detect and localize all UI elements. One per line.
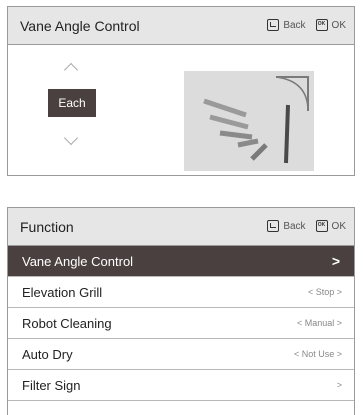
function-panel-header: Function Back OK OK [8,208,354,246]
vane-header-actions: Back OK OK [267,19,346,31]
vane-panel-title: Vane Angle Control [20,18,140,34]
function-item-label: Auto Dry [22,347,73,362]
ok-icon[interactable]: OK [315,220,328,232]
function-panel-title: Function [20,219,74,235]
function-item-value[interactable]: > [337,380,342,390]
vane-angle-panel: Vane Angle Control Back OK OK Each [7,6,355,176]
function-item-label: Elevation Grill [22,285,103,300]
function-item-auto-dry[interactable]: Auto Dry < Not Use > [8,339,354,370]
function-panel: Function Back OK OK Vane Angle Control >… [7,207,355,415]
vane-panel-header: Vane Angle Control Back OK OK [8,7,354,45]
function-item-elevation-grill[interactable]: Elevation Grill < Stop > [8,277,354,308]
back-button[interactable]: Back [283,221,305,232]
back-icon[interactable] [267,19,280,31]
vane-panel-body: Each [8,45,354,175]
function-item-filter-sign[interactable]: Filter Sign > [8,370,354,401]
function-item-value[interactable]: < Manual > [297,318,342,328]
back-button[interactable]: Back [283,20,305,31]
function-item-value[interactable]: < Not Use > [294,349,342,359]
chevron-right-icon: > [331,253,340,269]
ok-button[interactable]: OK [332,20,346,31]
function-list: Vane Angle Control > Elevation Grill < S… [8,246,354,401]
vane-selector-button[interactable]: Each [48,89,96,117]
vane-illustration-icon [184,71,314,171]
function-item-robot-cleaning[interactable]: Robot Cleaning < Manual > [8,308,354,339]
function-item-label: Robot Cleaning [22,316,112,331]
function-item-label: Vane Angle Control [22,254,134,269]
ok-button[interactable]: OK [332,221,346,232]
function-item-vane-angle-control[interactable]: Vane Angle Control > [8,246,354,277]
chevron-down-icon[interactable] [63,130,79,146]
chevron-up-icon[interactable] [63,62,79,78]
function-item-label: Filter Sign [22,378,81,393]
back-icon[interactable] [267,220,280,232]
function-item-value[interactable]: < Stop > [308,287,342,297]
function-header-actions: Back OK OK [267,220,346,232]
ok-icon[interactable]: OK [315,19,328,31]
